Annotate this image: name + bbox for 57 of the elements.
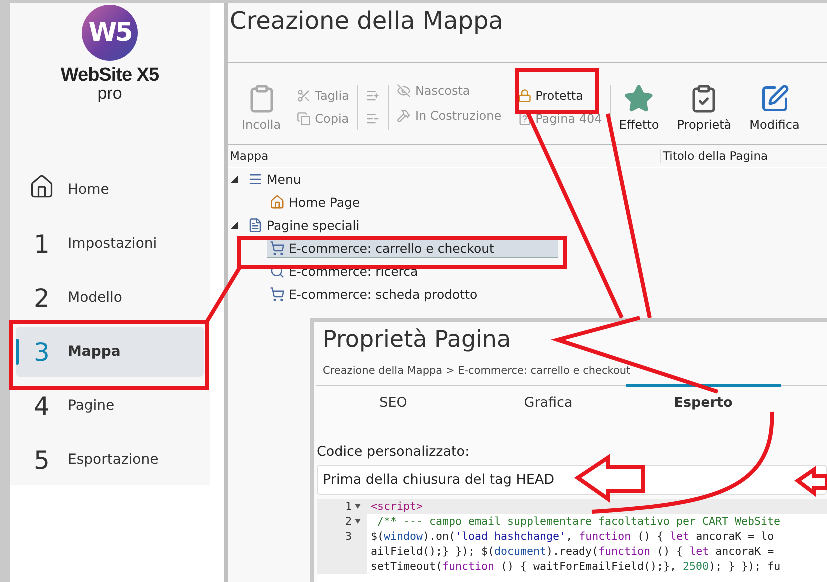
- line-number: 2: [345, 514, 352, 529]
- home-icon: [29, 174, 55, 200]
- tree-item[interactable]: Home Page: [267, 194, 364, 212]
- list-minus-icon: [366, 112, 380, 126]
- question-file-icon: [518, 112, 532, 126]
- tree-item[interactable]: Pagine speciali: [245, 216, 363, 234]
- toolbar-button[interactable]: Proprietà: [677, 84, 732, 132]
- line-number: 3: [345, 529, 352, 544]
- sidebar-item[interactable]: 5 Esportazione: [16, 435, 204, 485]
- expanded-triangle-icon[interactable]: [231, 176, 238, 183]
- tree-item[interactable]: Menu: [245, 170, 304, 188]
- toolbar-button[interactable]: Modifica: [750, 84, 800, 132]
- pages-icon: [248, 218, 263, 232]
- scissors-icon: [297, 89, 312, 104]
- sidebar-item[interactable]: 3 Mappa: [16, 327, 204, 377]
- code-line: /** --- campo email supplementare facoltativo per CART WebSite: [376, 514, 782, 529]
- hammer-icon: [397, 109, 412, 123]
- column-header: Titolo della Pagina: [660, 149, 827, 163]
- code-line: $(window).on('load hashchange', function () { let ancoraK = lo: [370, 529, 776, 544]
- tab[interactable]: Esperto: [626, 384, 781, 423]
- list-plus-icon: [366, 89, 380, 104]
- expanded-triangle-icon[interactable]: [231, 222, 238, 229]
- sidebar-item[interactable]: 2 Modello: [16, 273, 204, 323]
- code-line: ailField();} }); $(document).ready(function () { let ancoraK =: [370, 544, 776, 559]
- star-icon: [624, 84, 654, 114]
- panel-title: Proprietà Pagina: [322, 326, 512, 353]
- column-header: Mappa: [229, 149, 270, 163]
- sidebar-item[interactable]: 1 Impostazioni: [16, 219, 204, 269]
- hidden-page-icon: [397, 84, 412, 98]
- line-number: 1: [345, 499, 352, 514]
- tree-item[interactable]: E-commerce: carrello e checkout: [267, 240, 558, 258]
- logo-mark: W5: [82, 5, 138, 61]
- logo-edition: pro: [98, 87, 122, 101]
- copy-icon: [297, 112, 312, 126]
- page-title: Creazione della Mappa: [229, 6, 504, 37]
- sidebar-item[interactable]: 4 Pagine: [16, 381, 204, 431]
- tab[interactable]: SEO: [316, 384, 471, 423]
- tree-item[interactable]: E-commerce: ricerca: [267, 262, 422, 280]
- breadcrumb: Creazione della Mappa > E-commerce: carrello e checkout: [322, 364, 632, 379]
- hollow-arrow: [794, 466, 827, 497]
- house-icon: [270, 194, 285, 210]
- lock-icon: [518, 89, 532, 104]
- tab[interactable]: Grafica: [471, 384, 626, 423]
- pencil-icon: [760, 84, 790, 114]
- toolbar-button[interactable]: Protetta: [518, 85, 584, 108]
- cart-icon: [270, 240, 285, 256]
- tree-item[interactable]: E-commerce: scheda prodotto: [267, 286, 481, 304]
- sidebar-item[interactable]: Home: [16, 165, 204, 215]
- logo-name: WebSite X5: [60, 65, 160, 87]
- position-select[interactable]: Prima della chiusura del tag HEAD: [317, 465, 827, 495]
- menu-icon: [248, 172, 263, 186]
- code-editor[interactable]: [317, 499, 827, 582]
- cart-icon: [270, 286, 285, 302]
- hollow-arrow: [574, 454, 645, 503]
- field-label: Codice personalizzato:: [316, 443, 471, 460]
- code-line: setTimeout(function () { waitForEmailField();}, 2500); } }); fu: [370, 559, 782, 574]
- toolbar-button[interactable]: Effetto: [619, 84, 660, 132]
